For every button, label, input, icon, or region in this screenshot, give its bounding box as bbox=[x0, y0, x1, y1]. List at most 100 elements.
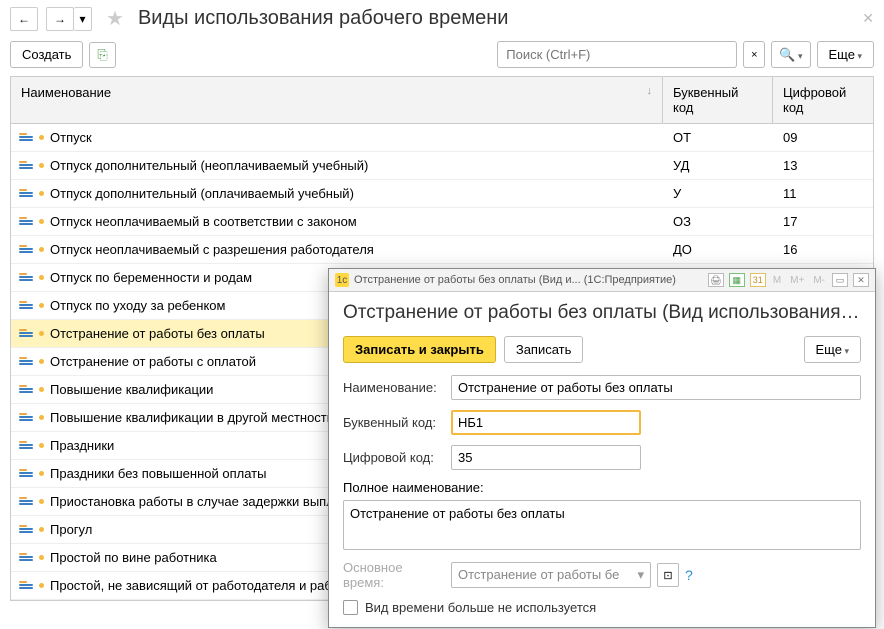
row-icon bbox=[19, 357, 33, 367]
row-icon bbox=[19, 497, 33, 507]
calc-icon[interactable]: ▦ bbox=[729, 273, 745, 287]
row-icon bbox=[19, 329, 33, 339]
label-digit: Цифровой код: bbox=[343, 450, 443, 465]
row-name: Повышение квалификации bbox=[50, 382, 213, 397]
name-field[interactable] bbox=[451, 375, 861, 400]
calendar-icon[interactable]: 31 bbox=[750, 273, 766, 287]
column-letter[interactable]: Буквенный код bbox=[663, 77, 773, 123]
row-icon bbox=[19, 273, 33, 283]
row-letter: ДО bbox=[663, 242, 773, 257]
main-time-combo[interactable]: Отстранение от работы бе ▾ bbox=[451, 562, 651, 588]
label-not-used: Вид времени больше не используется bbox=[365, 600, 596, 615]
row-name: Отстранение от работы без оплаты bbox=[50, 326, 265, 341]
row-digit: 13 bbox=[773, 158, 873, 173]
row-icon bbox=[19, 133, 33, 143]
m-icon[interactable]: M bbox=[771, 275, 783, 286]
row-name: Повышение квалификации в другой местност… bbox=[50, 410, 334, 425]
combo-dropdown-icon: ▾ bbox=[637, 567, 644, 583]
help-icon[interactable]: ? bbox=[685, 567, 693, 583]
row-name: Праздники bbox=[50, 438, 114, 453]
bullet-icon bbox=[39, 135, 44, 140]
bullet-icon bbox=[39, 359, 44, 364]
row-icon bbox=[19, 301, 33, 311]
modal-close-icon[interactable]: ✕ bbox=[853, 273, 869, 287]
save-button[interactable]: Записать bbox=[504, 336, 584, 363]
not-used-checkbox[interactable] bbox=[343, 600, 358, 615]
table-header: Наименование ↓ Буквенный код Цифровой ко… bbox=[11, 77, 873, 124]
label-main-time: Основное время: bbox=[343, 560, 443, 590]
back-button[interactable]: ← bbox=[10, 7, 38, 31]
row-icon bbox=[19, 189, 33, 199]
row-letter: ОТ bbox=[663, 130, 773, 145]
combo-select-button[interactable]: ⊡ bbox=[657, 563, 679, 587]
create-button[interactable]: Создать bbox=[10, 41, 83, 68]
row-icon bbox=[19, 245, 33, 255]
column-name[interactable]: Наименование ↓ bbox=[11, 77, 663, 123]
row-digit: 09 bbox=[773, 130, 873, 145]
search-input[interactable] bbox=[497, 41, 737, 68]
label-letter: Буквенный код: bbox=[343, 415, 443, 430]
row-name: Отпуск по беременности и родам bbox=[50, 270, 252, 285]
edit-modal: 1c Отстранение от работы без оплаты (Вид… bbox=[328, 268, 876, 628]
row-name: Отпуск дополнительный (оплачиваемый учеб… bbox=[50, 186, 354, 201]
bullet-icon bbox=[39, 247, 44, 252]
row-icon bbox=[19, 161, 33, 171]
row-digit: 17 bbox=[773, 214, 873, 229]
row-name: Простой, не зависящий от работодателя и … bbox=[50, 578, 343, 593]
favorite-icon[interactable]: ★ bbox=[106, 6, 124, 31]
bullet-icon bbox=[39, 331, 44, 336]
row-name: Приостановка работы в случае задержки вы… bbox=[50, 494, 345, 509]
bullet-icon bbox=[39, 415, 44, 420]
row-name: Отпуск неоплачиваемый в соответствии с з… bbox=[50, 214, 357, 229]
row-name: Простой по вине работника bbox=[50, 550, 217, 565]
row-name: Отпуск дополнительный (неоплачиваемый уч… bbox=[50, 158, 368, 173]
label-name: Наименование: bbox=[343, 380, 443, 395]
row-icon bbox=[19, 525, 33, 535]
row-icon bbox=[19, 385, 33, 395]
m-plus-icon[interactable]: M+ bbox=[788, 275, 806, 286]
row-letter: У bbox=[663, 186, 773, 201]
table-row[interactable]: Отпуск ОТ09 bbox=[11, 124, 873, 152]
modal-more-button[interactable]: Еще bbox=[804, 336, 861, 363]
row-letter: ОЗ bbox=[663, 214, 773, 229]
row-icon bbox=[19, 581, 33, 591]
modal-titlebar[interactable]: 1c Отстранение от работы без оплаты (Вид… bbox=[329, 269, 875, 292]
nav-dropdown[interactable]: ▾ bbox=[74, 7, 92, 31]
letter-code-field[interactable] bbox=[451, 410, 641, 435]
print-icon[interactable]: 🖨 bbox=[708, 273, 724, 287]
row-icon bbox=[19, 469, 33, 479]
row-icon bbox=[19, 413, 33, 423]
row-digit: 11 bbox=[773, 186, 873, 201]
forward-button[interactable]: → bbox=[46, 7, 74, 31]
row-name: Праздники без повышенной оплаты bbox=[50, 466, 266, 481]
save-and-close-button[interactable]: Записать и закрыть bbox=[343, 336, 496, 363]
main-toolbar: Создать ⎘ × 🔍 Еще bbox=[0, 37, 884, 76]
search-options-button[interactable]: 🔍 bbox=[771, 41, 810, 68]
column-digit[interactable]: Цифровой код bbox=[773, 77, 873, 123]
row-digit: 16 bbox=[773, 242, 873, 257]
table-row[interactable]: Отпуск неоплачиваемый в соответствии с з… bbox=[11, 208, 873, 236]
close-icon[interactable]: ✕ bbox=[862, 10, 874, 27]
table-row[interactable]: Отпуск дополнительный (оплачиваемый учеб… bbox=[11, 180, 873, 208]
bullet-icon bbox=[39, 275, 44, 280]
bullet-icon bbox=[39, 499, 44, 504]
table-row[interactable]: Отпуск неоплачиваемый с разрешения работ… bbox=[11, 236, 873, 264]
bullet-icon bbox=[39, 471, 44, 476]
table-row[interactable]: Отпуск дополнительный (неоплачиваемый уч… bbox=[11, 152, 873, 180]
minimize-icon[interactable]: ▭ bbox=[832, 273, 848, 287]
topbar: ← → ▾ ★ Виды использования рабочего врем… bbox=[0, 0, 884, 37]
sort-indicator-icon: ↓ bbox=[647, 85, 653, 115]
copy-button[interactable]: ⎘ bbox=[89, 42, 115, 68]
more-button[interactable]: Еще bbox=[817, 41, 874, 68]
digit-code-field[interactable] bbox=[451, 445, 641, 470]
m-minus-icon[interactable]: M- bbox=[811, 275, 827, 286]
row-name: Отпуск bbox=[50, 130, 92, 145]
bullet-icon bbox=[39, 527, 44, 532]
row-icon bbox=[19, 441, 33, 451]
row-name: Прогул bbox=[50, 522, 92, 537]
bullet-icon bbox=[39, 163, 44, 168]
search-clear-button[interactable]: × bbox=[743, 41, 765, 68]
bullet-icon bbox=[39, 219, 44, 224]
page-title: Виды использования рабочего времени bbox=[138, 7, 509, 30]
full-name-field[interactable] bbox=[343, 500, 861, 550]
